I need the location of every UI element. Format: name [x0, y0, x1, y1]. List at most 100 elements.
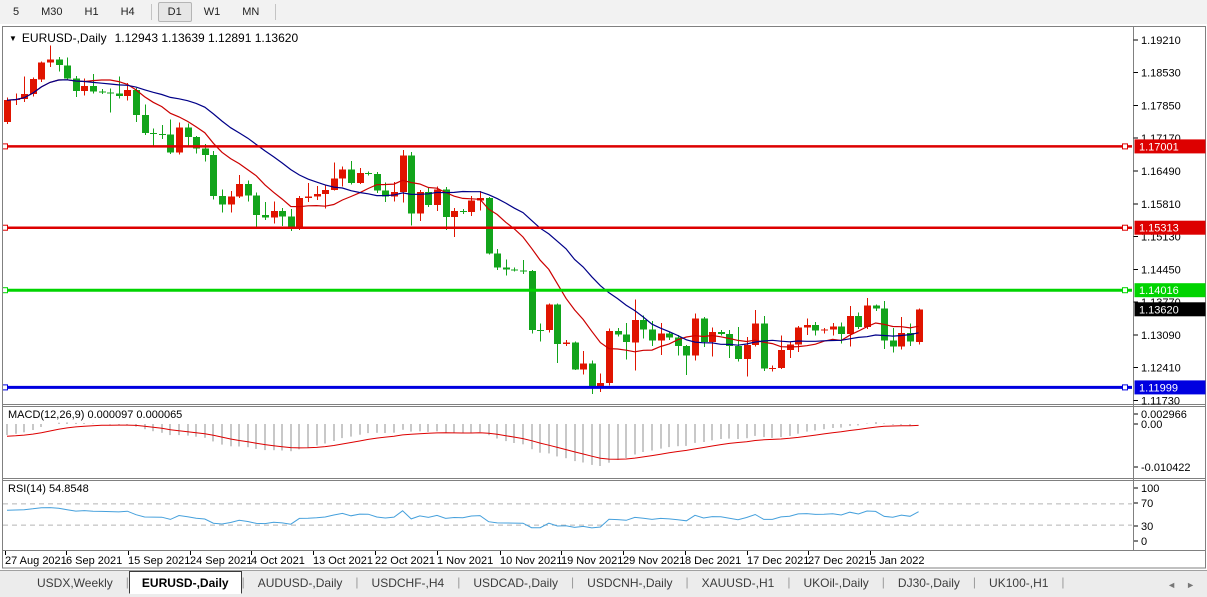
candle-body: [296, 198, 303, 229]
timeframe-button-MN[interactable]: MN: [232, 2, 269, 22]
hline-handle[interactable]: [2, 287, 8, 294]
macd-histogram-bar: [565, 424, 567, 459]
candle-body: [847, 316, 854, 335]
macd-histogram-bar: [255, 424, 257, 449]
candle-body: [795, 327, 802, 345]
hline-handle[interactable]: [2, 224, 8, 231]
candle-body: [649, 329, 656, 341]
chart-tab-usdchf-h4[interactable]: USDCHF-,H4: [359, 571, 458, 594]
chart-tab-usdcad-daily[interactable]: USDCAD-,Daily: [460, 571, 571, 594]
chart-tab-usdx-weekly[interactable]: USDX,Weekly: [24, 571, 126, 594]
axis-label: 8 Dec 2021: [685, 555, 741, 567]
axis-label: 100: [1141, 483, 1159, 495]
scroll-tabs-right-icon[interactable]: ►: [1186, 580, 1195, 590]
toolbar-separator: [275, 4, 277, 20]
macd-pane: 0.0029660.00-0.010422: [6, 409, 1191, 474]
candle-body: [279, 210, 286, 217]
chart-dropdown-icon[interactable]: ▼: [9, 34, 17, 43]
candle-body: [873, 305, 880, 309]
candle-body: [580, 363, 587, 370]
candle-body: [589, 363, 596, 388]
candle-body: [761, 323, 768, 369]
candle-body: [623, 334, 630, 343]
candle-body: [4, 100, 11, 123]
axis-label: 15 Sep 2021: [128, 555, 190, 567]
candle-body: [47, 59, 54, 63]
candle-body: [30, 79, 37, 94]
macd-name: MACD(12,26,9): [8, 409, 85, 421]
chart-tab-ukoil-daily[interactable]: UKOil-,Daily: [790, 571, 881, 594]
candle-body: [701, 318, 708, 342]
axis-label: 1.13090: [1141, 330, 1181, 342]
candle-body: [56, 59, 63, 66]
macd-histogram-bar: [883, 423, 885, 424]
candle-body: [503, 267, 510, 270]
scroll-tabs-left-icon[interactable]: ◄: [1167, 580, 1176, 590]
axis-label: 1.14016: [1139, 285, 1179, 297]
macd-histogram-bar: [677, 424, 679, 447]
timeframe-button-D1[interactable]: D1: [157, 2, 192, 22]
candle-body: [253, 195, 260, 215]
macd-histogram-bar: [324, 424, 326, 444]
macd-histogram-bar: [556, 424, 558, 457]
hline-handle[interactable]: [2, 143, 8, 150]
chart-tab-usdcnh-daily[interactable]: USDCNH-,Daily: [574, 571, 685, 594]
chart-tab-eurusd-daily[interactable]: EURUSD-,Daily: [128, 571, 242, 594]
axis-label: 13 Oct 2021: [313, 555, 373, 567]
axis-label: 1.19210: [1141, 35, 1181, 47]
hline-handle[interactable]: [1122, 384, 1128, 391]
macd-histogram-bar: [393, 424, 395, 433]
macd-histogram-bar: [582, 424, 584, 463]
chart-tab-uk100-h1[interactable]: UK100-,H1: [976, 571, 1061, 594]
macd-histogram-bar: [496, 424, 498, 439]
macd-histogram-bar: [316, 424, 318, 446]
hline-handle[interactable]: [1122, 287, 1128, 294]
candle-body: [769, 368, 776, 370]
macd-histogram-bar: [23, 424, 25, 433]
macd-histogram-bar: [574, 424, 576, 462]
macd-histogram-bar: [866, 423, 868, 424]
hline-handle[interactable]: [2, 384, 8, 391]
timeframe-button-W1[interactable]: W1: [194, 2, 231, 22]
chart-tab-dj30-daily[interactable]: DJ30-,Daily: [885, 571, 973, 594]
axis-label: 27 Dec 2021: [808, 555, 870, 567]
macd-histogram-bar: [900, 424, 902, 425]
candle-body: [640, 320, 647, 330]
candle-body: [554, 304, 561, 345]
hline-handle[interactable]: [1122, 143, 1128, 150]
timeframe-button-M30[interactable]: M30: [31, 2, 72, 22]
candle-body: [804, 325, 811, 328]
macd-histogram-bar: [402, 424, 404, 430]
macd-histogram-bar: [892, 424, 894, 425]
hline-handle[interactable]: [1122, 224, 1128, 231]
candle-body: [210, 154, 217, 196]
candle-body: [322, 190, 329, 194]
macd-histogram-bar: [178, 424, 180, 436]
candle-body: [864, 305, 871, 327]
candle-body: [494, 253, 501, 268]
timeframe-toolbar: 5 M30 H1 H4 D1 W1 MN: [0, 0, 1207, 24]
timeframe-button-H4[interactable]: H4: [111, 2, 145, 22]
macd-histogram-bar: [66, 422, 68, 424]
axis-label: 22 Oct 2021: [375, 555, 435, 567]
candle-body: [417, 192, 424, 214]
macd-histogram-bar: [333, 424, 335, 441]
macd-histogram-bar: [832, 424, 834, 428]
macd-histogram-bar: [187, 424, 189, 436]
candle-body: [90, 86, 97, 92]
chart-tab-bar: USDX,Weekly | EURUSD-,Daily | AUDUSD-,Daily |…: [0, 570, 1207, 597]
macd-histogram-bar: [668, 424, 670, 448]
chart-tab-audusd-daily[interactable]: AUDUSD-,Daily: [245, 571, 356, 594]
timeframe-button-5[interactable]: 5: [3, 2, 29, 22]
axis-label: 1.18530: [1141, 68, 1181, 80]
macd-histogram-bar: [634, 424, 636, 455]
candle-body: [236, 183, 243, 197]
timeframe-button-H1[interactable]: H1: [75, 2, 109, 22]
chart-symbol-label: EURUSD-,Daily: [21, 31, 107, 45]
macd-histogram-bar: [599, 424, 601, 466]
macd-histogram-bar: [857, 424, 859, 426]
chart-canvas[interactable]: 0.0029660.00-0.010422100703001.192101.18…: [0, 24, 1207, 570]
candle-body: [546, 304, 553, 330]
chart-tab-xauusd-h1[interactable]: XAUUSD-,H1: [689, 571, 788, 594]
axis-label: 19 Nov 2021: [561, 555, 623, 567]
